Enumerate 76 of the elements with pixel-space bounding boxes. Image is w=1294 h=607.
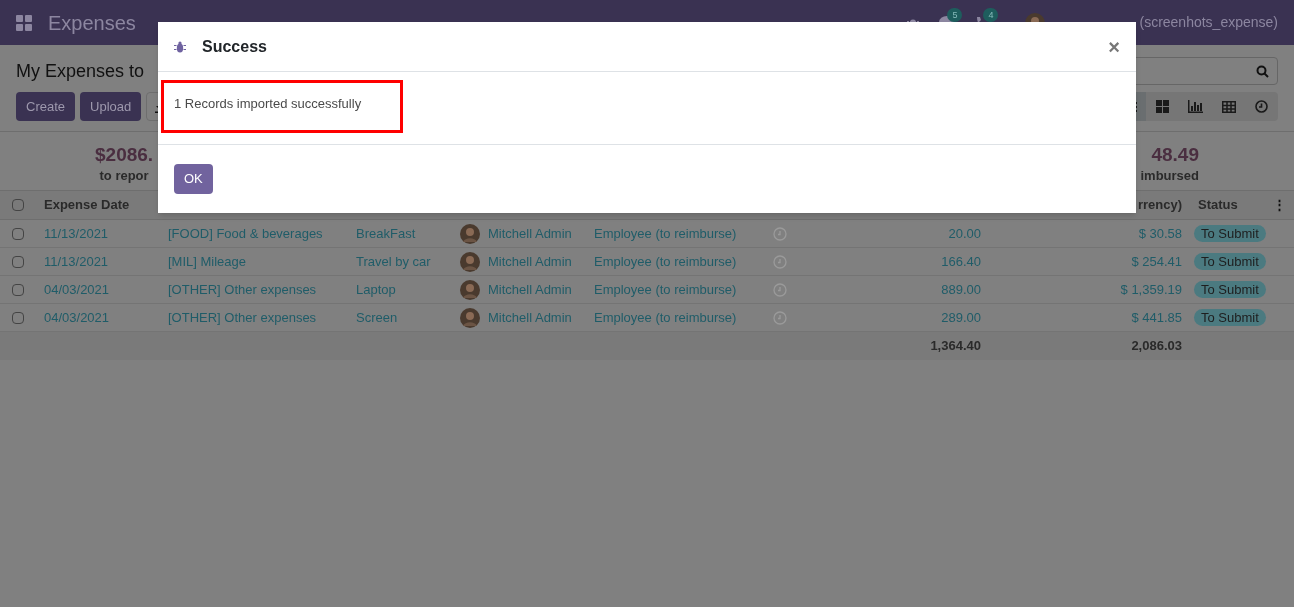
clock-icon[interactable] [773,226,787,241]
page-title: My Expenses to [16,59,145,83]
table-cell: Screen [356,309,398,325]
table-cell: 04/03/2021 [44,281,110,297]
table-cell: [OTHER] Other expenses [168,309,317,325]
avatar-icon [460,307,480,328]
clock-icon[interactable] [773,254,787,269]
checkbox[interactable] [12,199,24,211]
app-title: Expenses [48,10,136,36]
kanban-icon [1156,100,1169,113]
bar-chart-icon [1188,100,1203,113]
table-cell: [FOOD] Food & beverages [168,225,323,241]
user-name[interactable]: (screenhots_expense) [1139,12,1278,33]
checkbox[interactable] [12,311,24,324]
avatar-icon [460,279,480,300]
apps-icon[interactable] [16,14,32,31]
dialog-message: 1 Records imported successfully [174,95,362,114]
clock-icon[interactable] [773,310,787,325]
ok-button[interactable]: OK [174,164,213,194]
table-cell: Employee (to reimburse) [594,253,737,269]
close-button[interactable]: × [1108,36,1120,57]
table-row[interactable]: 04/03/2021 [OTHER] Other expenses Laptop Mitchell Admin Employee (to reimburse) 889.00 $ 1,359.19 To Submit [0,276,1294,304]
table-row[interactable]: 11/13/2021 [FOOD] Food & beverages BreakFast Mitchell Admin Employee (to reimburse) 20.00 $ 30.58 To Submit [0,220,1294,248]
summary-label: to repor [99,167,149,185]
table-cell: 11/13/2021 [44,225,109,241]
options-icon[interactable]: ⋮ [1273,195,1286,215]
table-row[interactable]: 11/13/2021 [MIL] Mileage Travel by car Mitchell Admin Employee (to reimburse) 166.40 $ 254.41 To Submit [0,248,1294,276]
table-cell: $ 30.58 [1138,225,1182,241]
bug-icon [174,40,186,53]
table-cell: 04/03/2021 [44,309,110,325]
column-header[interactable]: Status [1198,195,1238,215]
action-button[interactable]: Upload [80,92,142,121]
table-cell-text: Mitchell Admin [488,280,572,299]
status-badge: To Submit [1194,252,1266,270]
column-header[interactable]: Expense Date [44,195,130,215]
clock-icon [1255,100,1268,113]
column-header[interactable]: rrency) [1137,195,1182,215]
table-cell: BreakFast [356,225,416,241]
avatar-icon [460,251,480,272]
table-cell: [OTHER] Other expenses [168,281,317,297]
table-cell-text: Mitchell Admin [488,224,572,243]
table-cell: 166.40 [941,253,981,269]
total-cell: 2,086.03 [1131,338,1182,354]
clock-icon[interactable] [773,282,787,297]
status-badge: To Submit [1194,308,1266,326]
table-cell: 20.00 [948,225,981,241]
table-cell-text: Mitchell Admin [488,308,572,327]
count-badge: 5 [947,7,963,22]
summary-amount: $2086. [95,144,154,166]
table-cell: $ 441.85 [1131,309,1182,325]
table-cell: 11/13/2021 [44,253,109,269]
table-cell-text: Mitchell Admin [488,252,572,271]
table-cell: Laptop [356,281,396,297]
action-button[interactable]: Create [16,92,76,121]
table-cell: Employee (to reimburse) [594,309,737,325]
checkbox[interactable] [12,255,24,268]
summary-amount: 48.49 [1151,144,1199,166]
status-badge: To Submit [1194,224,1266,242]
table-cell: 289.00 [941,309,981,325]
count-badge: 4 [983,7,999,22]
search-icon [1256,64,1269,78]
table-cell: Employee (to reimburse) [594,225,737,241]
table-icon [1221,100,1236,113]
table-cell: $ 254.41 [1131,253,1182,269]
total-cell: 1,364.40 [930,338,981,354]
status-badge: To Submit [1194,280,1266,298]
avatar-icon [460,223,480,244]
table-cell: [MIL] Mileage [168,253,247,269]
summary-label: imbursed [1140,167,1199,185]
dialog-title: Success [202,36,267,57]
table-cell: Employee (to reimburse) [594,281,737,297]
checkbox[interactable] [12,283,24,296]
checkbox[interactable] [12,227,24,240]
table-cell: $ 1,359.19 [1120,281,1182,297]
table-cell: Travel by car [356,253,431,269]
table-cell: 889.00 [941,281,981,297]
